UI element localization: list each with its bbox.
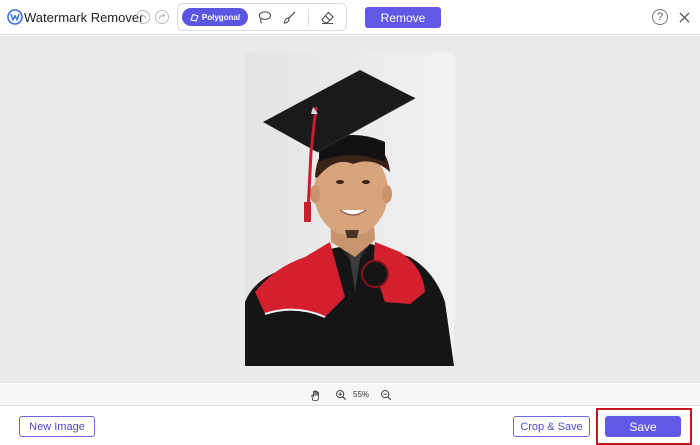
undo-button[interactable]: [136, 10, 150, 24]
polygonal-icon: [190, 13, 199, 22]
zoom-bar: 55%: [0, 382, 700, 406]
zoom-in-button[interactable]: [334, 388, 348, 402]
zoom-out-button[interactable]: [379, 388, 393, 402]
close-button[interactable]: [675, 8, 693, 26]
graduate-portrait-image: [245, 52, 454, 366]
zoom-in-icon: [336, 390, 347, 401]
save-button[interactable]: Save: [605, 416, 681, 437]
new-image-button[interactable]: New Image: [19, 416, 95, 437]
brush-tool-button[interactable]: [281, 9, 297, 25]
polygonal-tool-button[interactable]: Polygonal: [182, 8, 248, 26]
app-logo-icon: [7, 9, 23, 25]
header-bar: Watermark Remover Polygonal Remove ?: [0, 0, 700, 35]
polygonal-label: Polygonal: [201, 12, 241, 22]
hand-icon: [310, 389, 319, 401]
undo-icon: [139, 13, 146, 20]
redo-button[interactable]: [155, 10, 169, 24]
image-canvas[interactable]: [0, 36, 700, 382]
eraser-tool-button[interactable]: [319, 9, 335, 25]
footer-bar: New Image Crop & Save Save: [0, 406, 700, 445]
selection-tools: Polygonal: [177, 3, 347, 31]
lasso-tool-button[interactable]: [256, 9, 272, 25]
eraser-icon: [320, 11, 334, 24]
toolbar-divider: [308, 10, 309, 25]
brush-icon: [283, 10, 296, 24]
zoom-out-icon: [381, 390, 392, 401]
pan-button[interactable]: [308, 388, 322, 402]
help-icon[interactable]: ?: [652, 9, 668, 25]
app-title: Watermark Remover: [24, 10, 144, 25]
crop-and-save-button[interactable]: Crop & Save: [513, 416, 590, 437]
redo-icon: [159, 13, 166, 20]
zoom-level: 55%: [353, 390, 370, 399]
close-icon: [678, 11, 690, 23]
lasso-icon: [258, 10, 271, 23]
uploaded-photo[interactable]: [245, 52, 454, 366]
remove-button[interactable]: Remove: [365, 7, 441, 28]
